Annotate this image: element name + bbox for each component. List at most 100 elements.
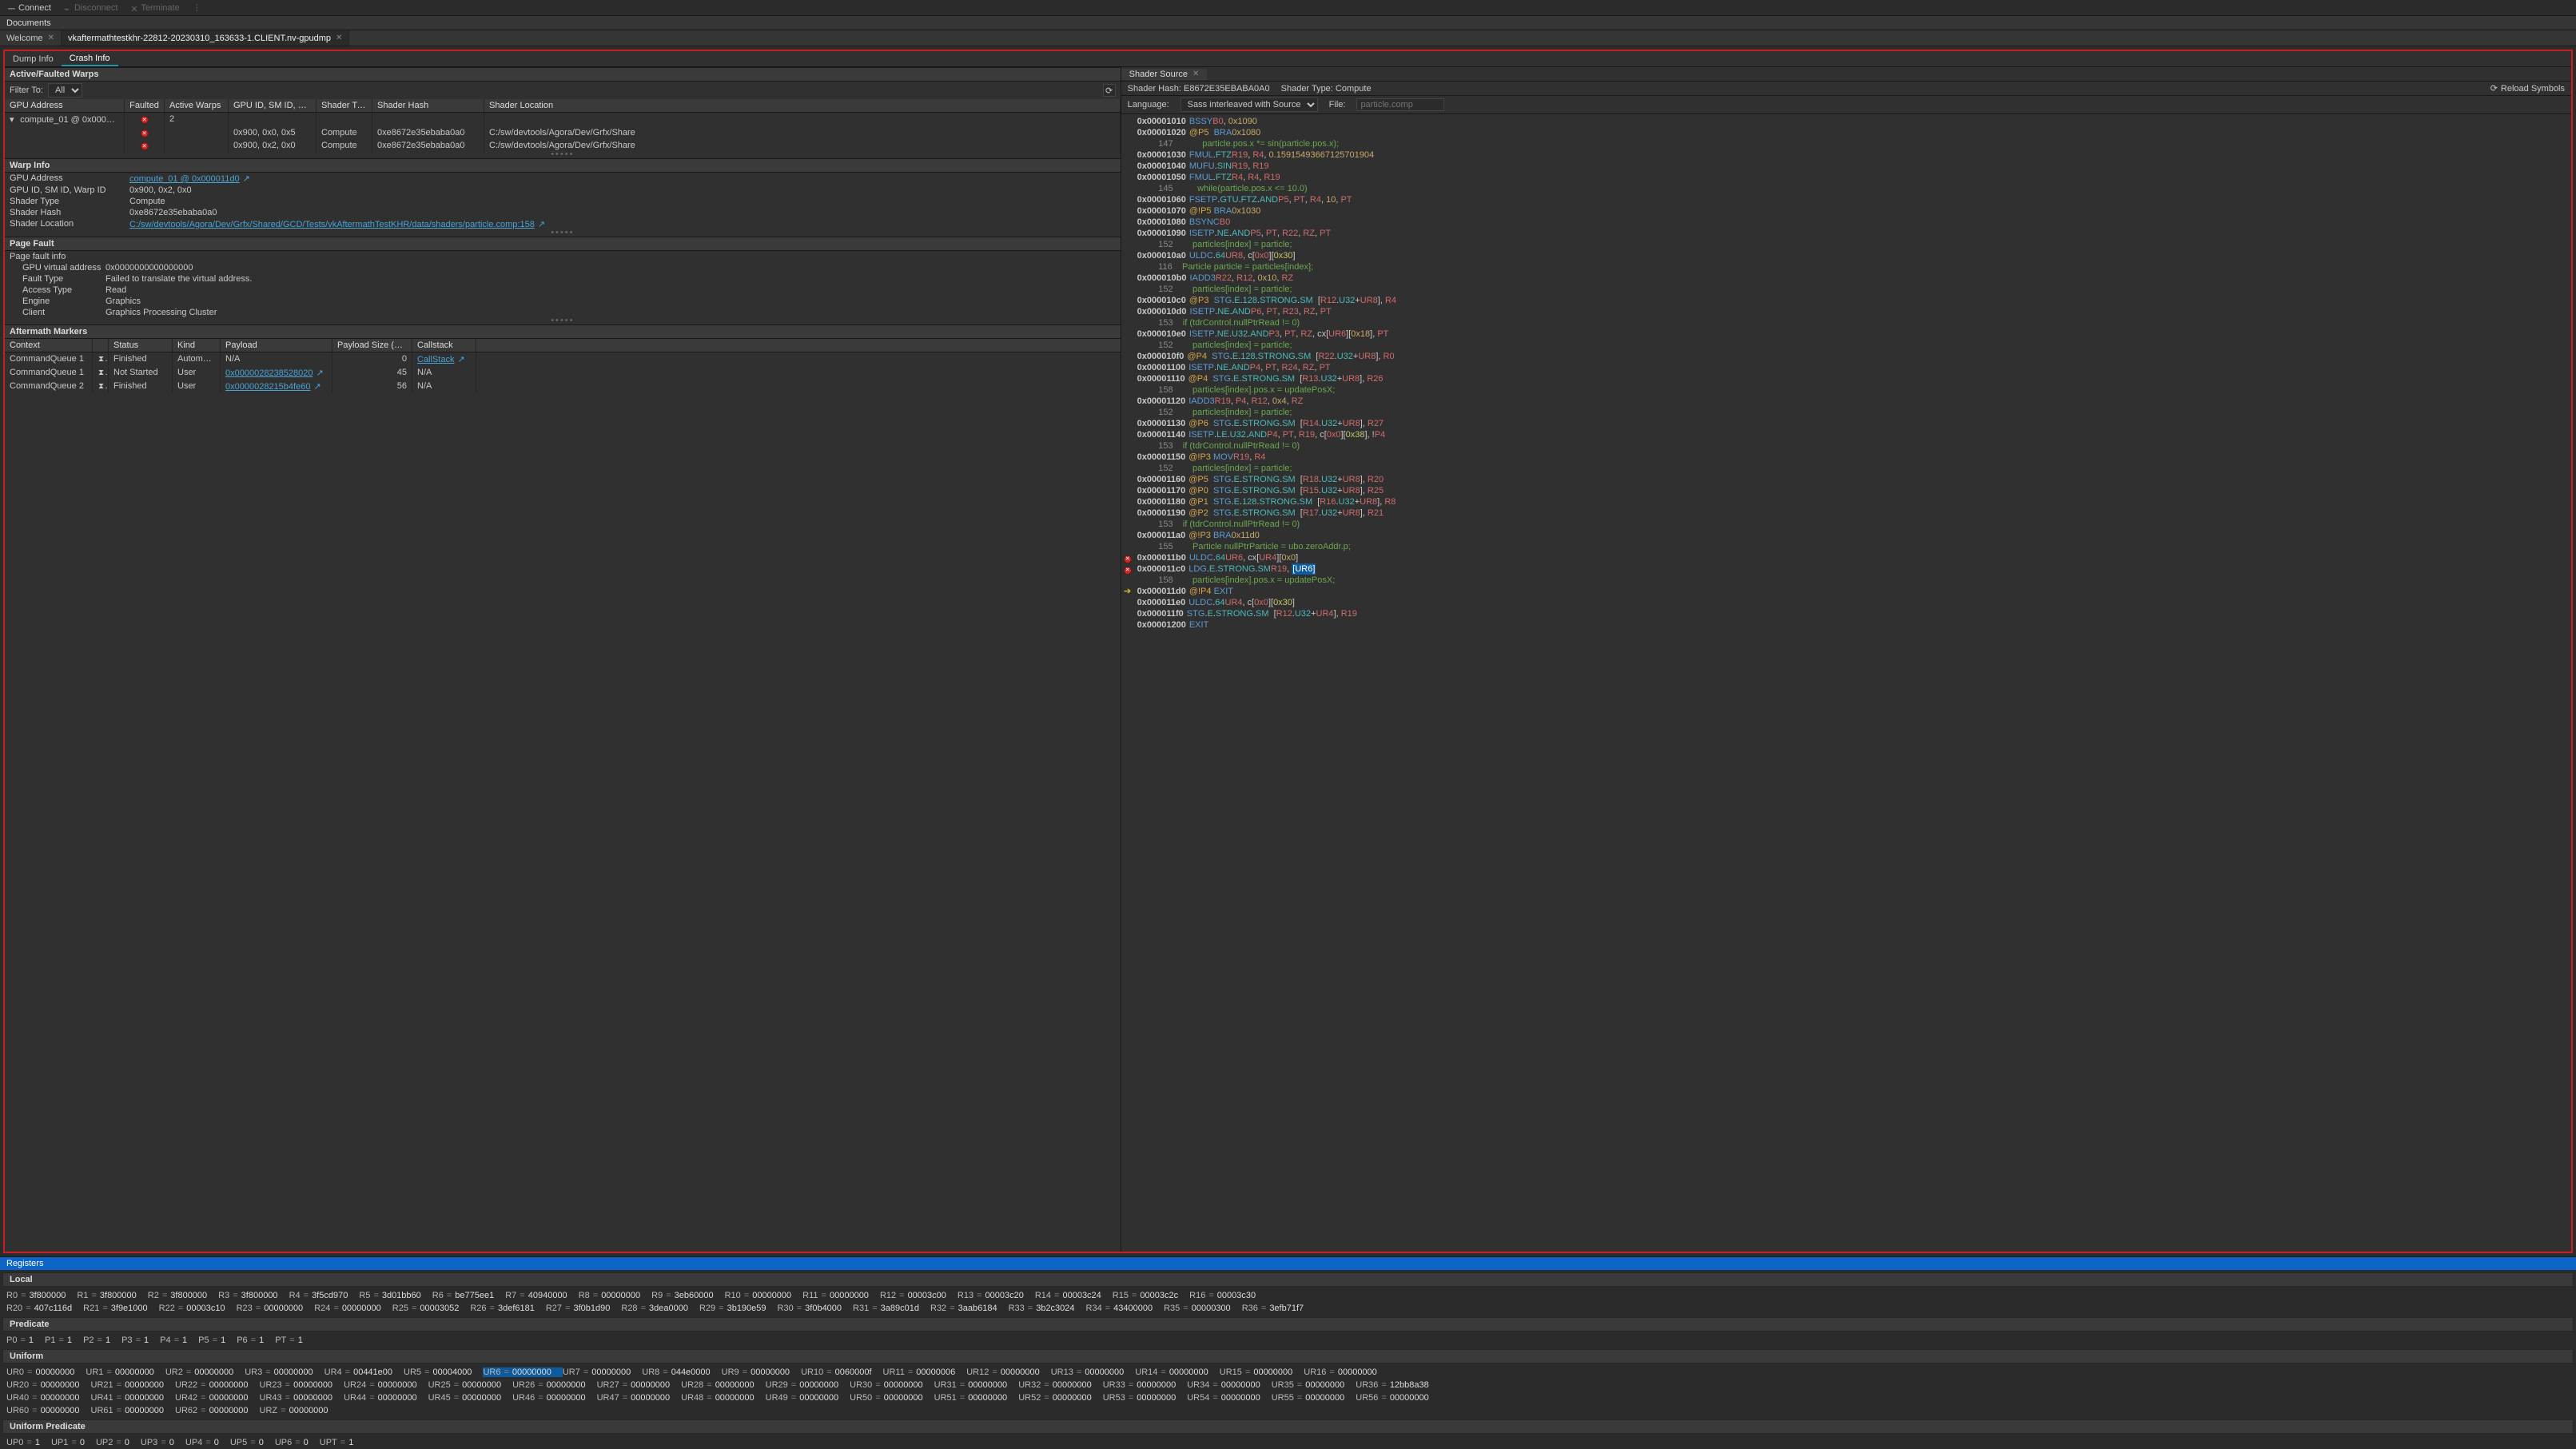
code-line[interactable]: 0x000010b0 IADD3 R22, R12, 0x10, RZ: [1121, 273, 2571, 284]
external-link-icon[interactable]: ↗: [243, 173, 250, 184]
col-payload-size[interactable]: Payload Size (bytes): [332, 339, 412, 352]
register-cell[interactable]: UR15= 00000000: [1220, 1367, 1304, 1377]
register-cell[interactable]: UR31= 00000000: [934, 1380, 1019, 1390]
code-line[interactable]: 152 particles[index] = particle;: [1121, 340, 2571, 351]
register-cell[interactable]: UR41= 00000000: [91, 1393, 176, 1403]
tab-crash-info[interactable]: Crash Info: [62, 51, 118, 66]
splitter-horizontal[interactable]: •••••: [5, 318, 1121, 324]
register-cell[interactable]: R15 = 00003c2c: [1113, 1291, 1189, 1300]
kv-value[interactable]: compute_01 @ 0x000011d0↗: [129, 173, 1116, 184]
col-faulted[interactable]: Faulted: [125, 99, 165, 112]
external-link-icon[interactable]: ↗: [317, 368, 324, 378]
col-shader-hash[interactable]: Shader Hash: [372, 99, 484, 112]
code-line[interactable]: 0x00001110 @P4 STG.E.STRONG.SM [R13.U32+…: [1121, 373, 2571, 384]
register-cell[interactable]: UR5 = 00004000: [404, 1367, 483, 1377]
register-cell[interactable]: UP3 = 0: [141, 1438, 185, 1447]
code-line[interactable]: 0x00001060 FSETP.GTU.FTZ.AND P5, PT, R4,…: [1121, 194, 2571, 205]
register-cell[interactable]: R33 = 3b2c3024: [1009, 1304, 1086, 1313]
code-line[interactable]: 0x000011e0 ULDC.64 UR4, c[0x0][0x30]: [1121, 597, 2571, 608]
terminate-button[interactable]: ✕ Terminate: [125, 2, 184, 14]
code-line[interactable]: 0x00001180 @P1 STG.E.128.STRONG.SM [R16.…: [1121, 496, 2571, 508]
register-cell[interactable]: R7 = 40940000: [505, 1291, 578, 1300]
code-line[interactable]: 0x00001020 @P5 BRA 0x1080: [1121, 127, 2571, 138]
register-cell[interactable]: UP4 = 0: [185, 1438, 230, 1447]
register-cell[interactable]: R5 = 3d01bb60: [359, 1291, 432, 1300]
col-active-warps[interactable]: Active Warps: [165, 99, 229, 112]
col-callstack[interactable]: Callstack: [412, 339, 476, 352]
register-cell[interactable]: R6 = be775ee1: [432, 1291, 505, 1300]
register-cell[interactable]: UR56= 00000000: [1356, 1393, 1440, 1403]
code-line[interactable]: 153 if (tdrControl.nullPtrRead != 0): [1121, 440, 2571, 452]
shader-source-tab[interactable]: Shader Source ✕: [1121, 69, 1208, 80]
code-line[interactable]: 0x00001050 FMUL.FTZ R4, R4, R19: [1121, 172, 2571, 183]
register-cell[interactable]: UR45= 00000000: [428, 1393, 513, 1403]
register-cell[interactable]: UR53= 00000000: [1103, 1393, 1188, 1403]
code-line[interactable]: 0x00001090 ISETP.NE.AND P5, PT, R22, RZ,…: [1121, 228, 2571, 239]
table-row[interactable]: ▾ compute_01 @ 0x000011d0 ✕ 2: [5, 113, 1121, 126]
code-line[interactable]: ➔0x000011d0 @!P4 EXIT: [1121, 586, 2571, 597]
code-line[interactable]: 152 particles[index] = particle;: [1121, 239, 2571, 250]
external-link-icon[interactable]: ↗: [538, 219, 545, 229]
register-cell[interactable]: R30 = 3f0b4000: [778, 1304, 854, 1313]
register-cell[interactable]: UR11= 00000006: [883, 1367, 967, 1377]
close-icon[interactable]: ✕: [48, 34, 54, 42]
register-cell[interactable]: UR62= 00000000: [175, 1406, 260, 1415]
register-cell[interactable]: P5 = 1: [198, 1336, 237, 1345]
register-cell[interactable]: UR6 = 00000000: [483, 1367, 562, 1377]
code-line[interactable]: 0x000010d0 ISETP.NE.AND P6, PT, R23, RZ,…: [1121, 306, 2571, 317]
code-line[interactable]: 116 Particle particle = particles[index]…: [1121, 261, 2571, 273]
register-cell[interactable]: R1 = 3f800000: [77, 1291, 147, 1300]
register-cell[interactable]: UR14= 00000000: [1135, 1367, 1220, 1377]
table-row[interactable]: CommandQueue 1FinishedAutomaticN/A0CallS…: [5, 352, 1121, 366]
tree-toggle-icon[interactable]: ▾: [10, 114, 18, 125]
col-shader-location[interactable]: Shader Location: [484, 99, 1121, 112]
register-cell[interactable]: UR1 = 00000000: [86, 1367, 165, 1377]
register-cell[interactable]: R10 = 00000000: [725, 1291, 803, 1300]
register-cell[interactable]: UR48= 00000000: [681, 1393, 766, 1403]
register-cell[interactable]: R11 = 00000000: [802, 1291, 880, 1300]
register-cell[interactable]: URZ = 00000000: [260, 1406, 340, 1415]
register-cell[interactable]: UR10= 0060000f: [801, 1367, 882, 1377]
code-line[interactable]: 0x000010f0 @P4 STG.E.128.STRONG.SM [R22.…: [1121, 351, 2571, 362]
register-cell[interactable]: UR36= 12bb8a38: [1356, 1380, 1440, 1390]
close-icon[interactable]: ✕: [336, 34, 342, 42]
splitter-horizontal[interactable]: •••••: [5, 152, 1121, 158]
register-cell[interactable]: UR42= 00000000: [175, 1393, 260, 1403]
register-cell[interactable]: UR55= 00000000: [1272, 1393, 1356, 1403]
code-line[interactable]: 0x000011a0 @!P3 BRA 0x11d0: [1121, 530, 2571, 541]
table-row[interactable]: CommandQueue 1Not StartedUser0x000002823…: [5, 366, 1121, 380]
register-cell[interactable]: UR12= 00000000: [966, 1367, 1051, 1377]
register-cell[interactable]: UR47= 00000000: [597, 1393, 682, 1403]
reload-symbols-button[interactable]: ⟳Reload Symbols: [2490, 83, 2565, 94]
register-cell[interactable]: UR34= 00000000: [1187, 1380, 1272, 1390]
register-cell[interactable]: R29 = 3b190e59: [699, 1304, 778, 1313]
code-line[interactable]: 0x00001140 ISETP.LE.U32.AND P4, PT, R19,…: [1121, 429, 2571, 440]
code-line[interactable]: 158 particles[index].pos.x = updatePosX;: [1121, 575, 2571, 586]
code-line[interactable]: 0x00001160 @P5 STG.E.STRONG.SM [R18.U32+…: [1121, 474, 2571, 485]
refresh-button[interactable]: ⟳: [1103, 84, 1116, 97]
code-line[interactable]: 0x000010a0 ULDC.64 UR8, c[0x0][0x30]: [1121, 250, 2571, 261]
register-cell[interactable]: P1 = 1: [45, 1336, 83, 1345]
tab-dump-info[interactable]: Dump Info: [5, 51, 62, 66]
external-link-icon[interactable]: ↗: [457, 354, 464, 364]
code-line[interactable]: 145 while(particle.pos.x <= 10.0): [1121, 183, 2571, 194]
register-cell[interactable]: UR44= 00000000: [344, 1393, 428, 1403]
code-line[interactable]: 0x00001030 FMUL.FTZ R19, R4, 0.159154936…: [1121, 149, 2571, 161]
register-cell[interactable]: UR21= 00000000: [91, 1380, 176, 1390]
register-cell[interactable]: UP1 = 0: [51, 1438, 96, 1447]
col-gpuid[interactable]: GPU ID, SM ID, Warp ID: [229, 99, 317, 112]
register-cell[interactable]: UR51= 00000000: [934, 1393, 1019, 1403]
register-cell[interactable]: R12 = 00003c00: [880, 1291, 958, 1300]
code-line[interactable]: 0x00001040 MUFU.SIN R19, R19: [1121, 161, 2571, 172]
register-cell[interactable]: UR26= 00000000: [512, 1380, 597, 1390]
register-cell[interactable]: UR27= 00000000: [597, 1380, 682, 1390]
splitter-horizontal[interactable]: •••••: [5, 230, 1121, 237]
code-line[interactable]: 0x000010c0 @P3 STG.E.128.STRONG.SM [R12.…: [1121, 295, 2571, 306]
code-line[interactable]: 147 particle.pos.x *= sin(particle.pos.x…: [1121, 138, 2571, 149]
register-cell[interactable]: R22 = 00003c10: [159, 1304, 237, 1313]
register-cell[interactable]: UR61= 00000000: [91, 1406, 176, 1415]
register-cell[interactable]: R34 = 43400000: [1086, 1304, 1165, 1313]
language-select[interactable]: Sass interleaved with Source: [1181, 98, 1318, 112]
register-cell[interactable]: R31 = 3a89c01d: [853, 1304, 930, 1313]
doc-tab-dump[interactable]: vkaftermathtestkhr-22812-20230310_163633…: [62, 30, 349, 46]
